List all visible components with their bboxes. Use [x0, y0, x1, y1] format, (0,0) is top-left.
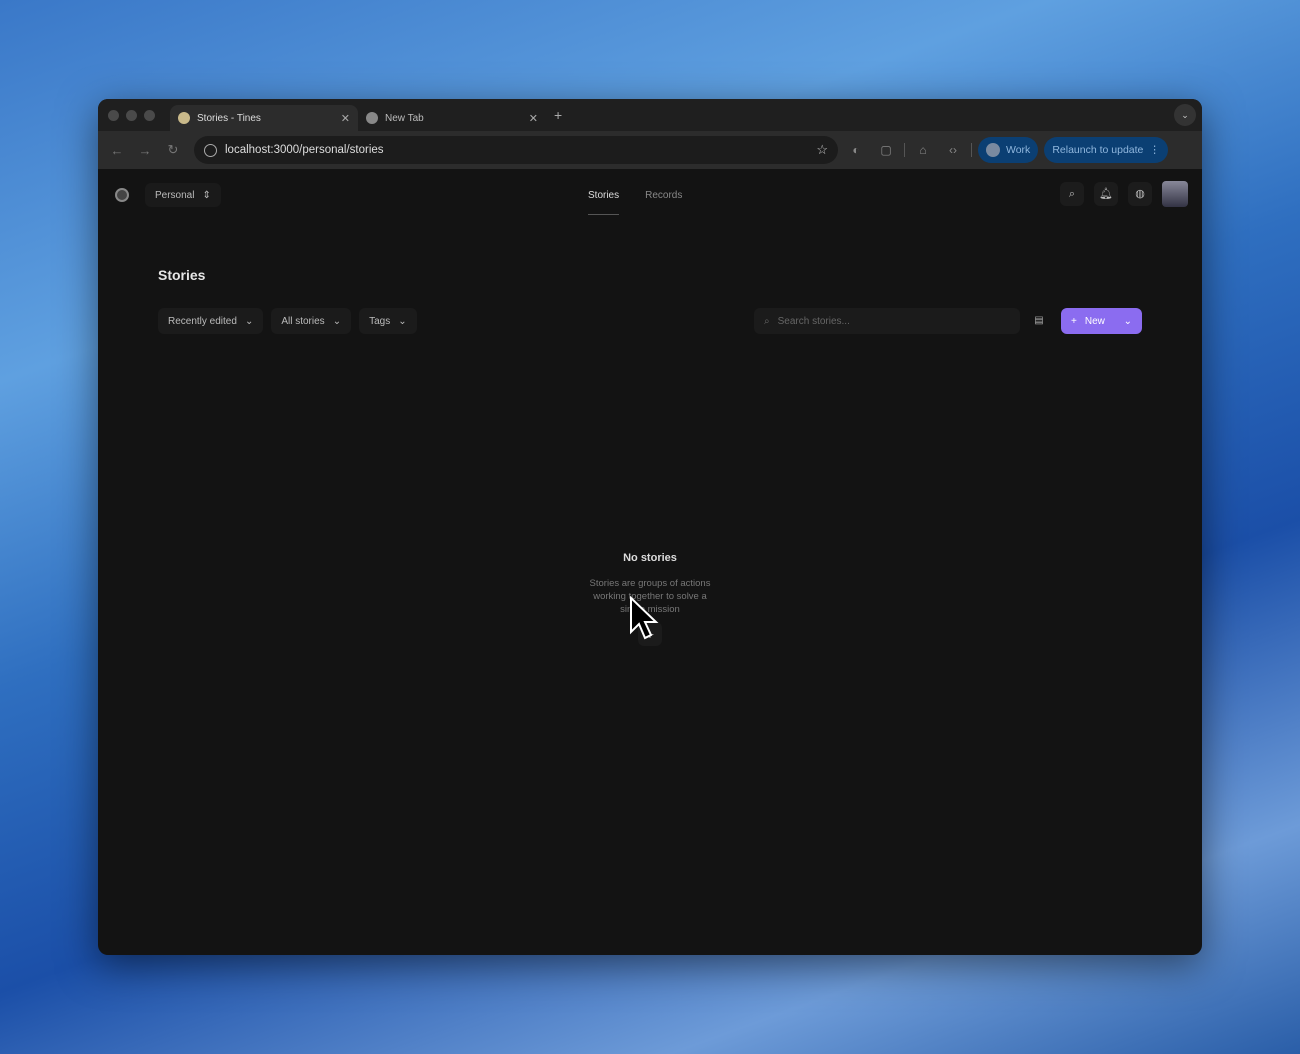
profile-avatar: [986, 143, 1000, 157]
nav-records[interactable]: Records: [645, 190, 682, 201]
chevron-down-icon: ⌄: [244, 315, 254, 327]
dropdown-label: Tags: [369, 315, 391, 327]
bookmark-star-icon[interactable]: ☆: [816, 142, 828, 158]
new-story-button[interactable]: + New ⌄: [1061, 308, 1142, 334]
app-content: Personal ⇕ Stories Records ⌕ 🔔︎ ◍ Stories…: [98, 169, 1202, 955]
code-icon[interactable]: ‹›: [941, 143, 965, 157]
chrome-favicon-icon: [366, 112, 378, 124]
window-controls[interactable]: [108, 109, 170, 121]
avatar[interactable]: [1162, 181, 1188, 207]
tab-search-button[interactable]: ⌄: [1174, 104, 1196, 126]
mouse-cursor-icon: [630, 596, 659, 640]
tags-dropdown[interactable]: Tags ⌄: [359, 308, 417, 334]
plus-icon: +: [1071, 315, 1077, 327]
app-header: Personal ⇕ Stories Records ⌕ 🔔︎ ◍: [98, 169, 1202, 221]
site-info-icon[interactable]: [204, 143, 217, 157]
tab-stories[interactable]: Stories - Tines ✕: [170, 105, 358, 131]
chevron-down-icon[interactable]: ⌄: [1124, 316, 1132, 327]
divider: [904, 143, 905, 157]
tab-new-tab[interactable]: New Tab ✕: [358, 105, 546, 131]
close-icon[interactable]: ✕: [529, 112, 538, 125]
browser-window: Stories - Tines ✕ New Tab ✕ + ⌄ ← → ↻ loca…: [98, 99, 1202, 955]
profile-label: Work: [1006, 144, 1031, 156]
tines-logo-icon[interactable]: [115, 188, 129, 202]
browser-toolbar: ← → ↻ localhost:3000/personal/stories ☆ ◐…: [98, 131, 1202, 169]
divider: [971, 143, 972, 157]
relaunch-button[interactable]: Relaunch to update ⋮: [1044, 137, 1168, 163]
forward-icon[interactable]: →: [134, 143, 156, 158]
relaunch-label: Relaunch to update: [1052, 144, 1144, 156]
globe-icon[interactable]: ◍: [1128, 182, 1152, 206]
close-icon[interactable]: ✕: [341, 112, 350, 125]
dropdown-label: All stories: [281, 315, 325, 327]
search-icon[interactable]: ⌕: [1060, 182, 1084, 206]
page-title: Stories: [158, 267, 206, 283]
more-vert-icon: ⋮: [1149, 144, 1160, 156]
puzzle-icon[interactable]: ▢: [874, 143, 898, 157]
profile-button[interactable]: Work: [978, 137, 1039, 163]
tines-favicon-icon: [178, 112, 190, 124]
extension-icon[interactable]: ◐: [844, 143, 868, 157]
story-filter-dropdown[interactable]: All stories ⌄: [271, 308, 352, 334]
bell-icon[interactable]: 🔔︎: [1094, 182, 1118, 206]
chevron-down-icon: ⌄: [332, 315, 342, 327]
workspace-switcher[interactable]: Personal ⇕: [145, 183, 221, 207]
dropdown-label: Recently edited: [168, 315, 237, 327]
incognito-icon[interactable]: ⌂: [911, 143, 935, 157]
search-placeholder: Search stories...: [777, 315, 850, 327]
empty-title: No stories: [623, 552, 677, 564]
new-tab-button[interactable]: +: [554, 107, 562, 123]
reload-icon[interactable]: ↻: [162, 142, 184, 158]
main-nav: Stories Records: [588, 169, 682, 221]
tab-title: New Tab: [385, 112, 424, 124]
new-button-label: New: [1084, 315, 1105, 327]
tab-bar: Stories - Tines ✕ New Tab ✕ + ⌄: [98, 99, 1202, 131]
search-input[interactable]: ⌕ Search stories...: [754, 308, 1020, 334]
url-text: localhost:3000/personal/stories: [225, 144, 384, 156]
chevron-down-icon: ⌄: [398, 315, 407, 327]
address-bar[interactable]: localhost:3000/personal/stories ☆: [194, 136, 838, 164]
tab-title: Stories - Tines: [197, 112, 261, 124]
workspace-label: Personal: [155, 189, 195, 201]
back-icon[interactable]: ←: [106, 143, 128, 158]
header-actions: ⌕ 🔔︎ ◍: [1060, 181, 1188, 207]
search-icon: ⌕: [764, 315, 770, 327]
filters: Recently edited ⌄ All stories ⌄ Tags ⌄: [158, 308, 417, 334]
chevron-updown-icon: ⇕: [202, 189, 211, 201]
nav-stories[interactable]: Stories: [588, 190, 620, 215]
view-toggle-icon[interactable]: ▤: [1028, 311, 1050, 331]
sort-dropdown[interactable]: Recently edited ⌄: [158, 308, 264, 334]
